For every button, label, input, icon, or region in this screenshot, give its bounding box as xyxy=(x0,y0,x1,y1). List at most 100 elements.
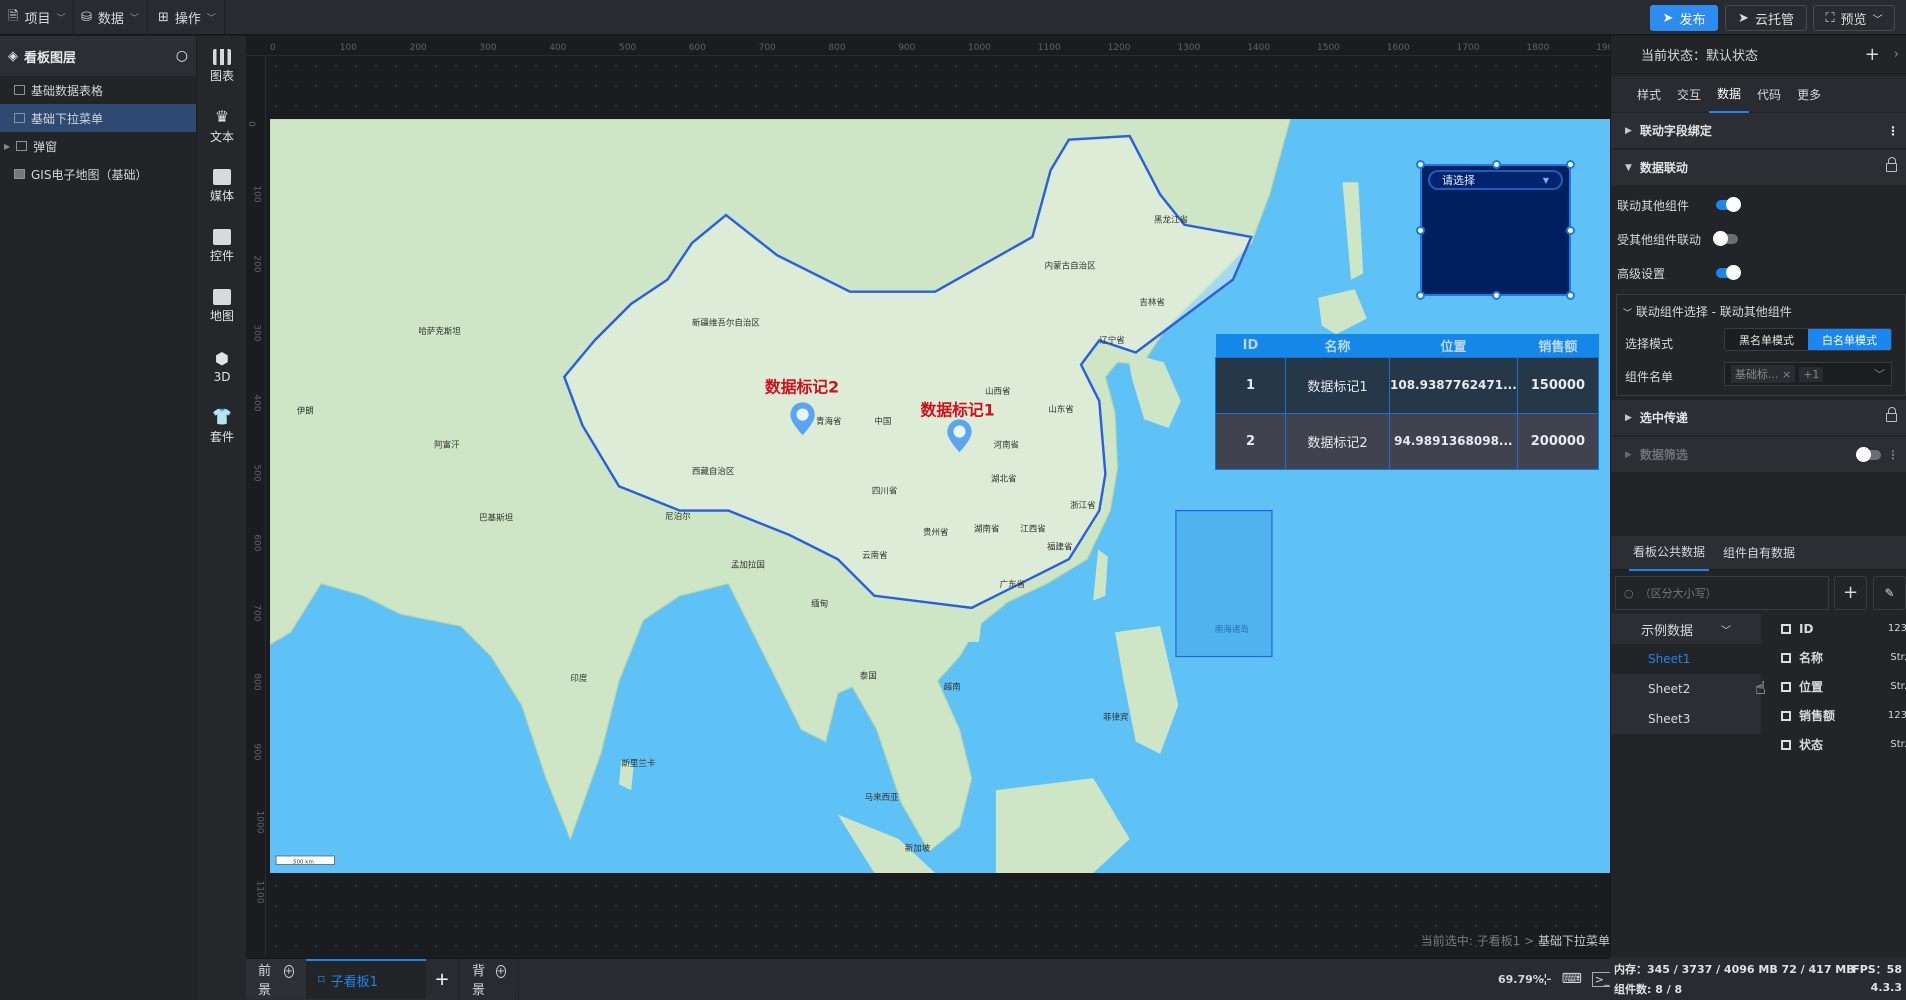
resize-handle[interactable] xyxy=(1492,291,1501,300)
field-name: ID xyxy=(1799,621,1814,636)
tab-more[interactable]: 更多 xyxy=(1789,86,1829,103)
tab-board-public-data[interactable]: 看板公共数据 xyxy=(1629,534,1710,571)
checkbox[interactable] xyxy=(1781,710,1791,721)
checkbox[interactable] xyxy=(1781,652,1791,663)
map-label: 哈萨克斯坦 xyxy=(418,326,461,337)
tool-kit[interactable]: 👕 套件 xyxy=(197,396,247,456)
close-icon[interactable]: × xyxy=(1782,368,1791,381)
gis-map[interactable]: 新疆维吾尔自治区 西藏自治区 青海省 四川省 云南省 贵州省 湖南省 湖北省 河… xyxy=(270,119,1610,873)
add-circle-icon[interactable]: + xyxy=(495,964,506,978)
tool-chart[interactable]: 图表 xyxy=(197,36,247,96)
dropdown-select[interactable]: 请选择 ▼ xyxy=(1428,170,1563,190)
resize-handle[interactable] xyxy=(1416,291,1425,300)
tab-subboard[interactable]: ⌑ 子看板1 xyxy=(306,959,426,999)
field-item[interactable]: ID 123 xyxy=(1781,614,1906,643)
chevron-right-icon[interactable]: › xyxy=(1894,47,1899,62)
component-list-select[interactable]: 基础标... × +1 ﹀ xyxy=(1724,362,1892,386)
link-others-toggle[interactable] xyxy=(1716,197,1741,212)
blacklist-mode-button[interactable]: 黑名单模式 xyxy=(1725,329,1808,350)
map-label: 黑龙江省 xyxy=(1154,214,1188,225)
layers-header: ◈ 看板图层 ○ xyxy=(0,36,196,76)
resize-handle[interactable] xyxy=(1566,291,1575,300)
layer-item[interactable]: 基础数据表格 xyxy=(0,76,196,104)
expand-icon[interactable]: ▶ xyxy=(4,142,10,151)
linked-by-others-toggle[interactable] xyxy=(1713,231,1738,246)
more-vertical-icon[interactable]: ⋮ xyxy=(1887,124,1899,138)
cloud-hosting-button[interactable]: ➤ 云托管 xyxy=(1725,5,1807,31)
field-item[interactable]: 位置 Str. xyxy=(1781,672,1906,701)
keyboard-icon[interactable]: ⌨ xyxy=(1562,971,1582,987)
advanced-settings-toggle[interactable] xyxy=(1716,265,1741,280)
resize-handle[interactable] xyxy=(1492,160,1501,169)
search-icon[interactable]: ○ xyxy=(176,48,188,64)
menu-data[interactable]: ⛁ 数据 ﹀ xyxy=(73,0,148,35)
cell-name: 数据标记1 xyxy=(1285,356,1390,414)
tab-background[interactable]: 背景 + xyxy=(459,959,519,999)
scale-label: 500 km xyxy=(293,859,314,865)
ruler-tick-label: 0 xyxy=(245,121,256,127)
tool-controls[interactable]: 控件 xyxy=(197,216,247,276)
section-data-linkage[interactable]: ▼ 数据联动 xyxy=(1611,150,1906,185)
more-vertical-icon[interactable]: ⋮ xyxy=(1887,448,1899,462)
edit-icon[interactable]: ✎ xyxy=(1873,576,1906,610)
tab-style[interactable]: 样式 xyxy=(1629,86,1669,103)
checkbox[interactable] xyxy=(1781,681,1791,692)
map-label: 内蒙古自治区 xyxy=(1045,261,1096,272)
sheet-item[interactable]: Sheet3 xyxy=(1611,704,1761,734)
table-row[interactable]: 2 数据标记2 94.9891368098... 200000 xyxy=(1215,412,1600,470)
fit-screen-icon[interactable]: ⊹ xyxy=(1539,970,1552,988)
menu-project[interactable]: 🗎 项目 ﹀ xyxy=(0,0,75,35)
lock-icon[interactable] xyxy=(1886,407,1897,422)
checkbox[interactable] xyxy=(1781,623,1791,634)
section-field-binding[interactable]: ▶ 联动字段绑定 ⋮ xyxy=(1611,113,1906,148)
tab-foreground[interactable]: 前景 + xyxy=(246,959,306,999)
sheet-item[interactable]: Sheet2 xyxy=(1611,674,1761,704)
table-row[interactable]: 1 数据标记1 108.9387762471... 150000 xyxy=(1215,356,1600,414)
data-filter-toggle[interactable] xyxy=(1856,446,1881,462)
section-selection-transfer[interactable]: ▶ 选中传递 xyxy=(1611,400,1906,435)
whitelist-mode-button[interactable]: 白名单模式 xyxy=(1808,329,1891,350)
field-item[interactable]: 状态 Str. xyxy=(1781,730,1906,759)
data-search-input[interactable]: ○ （区分大小写） xyxy=(1615,576,1829,610)
layer-item-selected[interactable]: 基础下拉菜单 xyxy=(0,104,196,132)
resize-handle[interactable] xyxy=(1566,160,1575,169)
crown-icon: ♛ xyxy=(214,107,230,126)
resize-handle[interactable] xyxy=(1416,226,1425,235)
selection-prefix: 当前选中: 子看板1 > xyxy=(1420,934,1535,948)
dataset-select[interactable]: 示例数据 ﹀ xyxy=(1611,614,1761,644)
dropdown-widget[interactable]: 请选择 ▼ xyxy=(1416,160,1575,300)
tool-label: 图表 xyxy=(209,68,234,83)
tool-3d[interactable]: ⬢ 3D xyxy=(197,336,247,396)
sheet-item-selected[interactable]: Sheet1 xyxy=(1611,644,1761,674)
add-state-icon[interactable]: + xyxy=(1865,44,1880,65)
tab-code[interactable]: 代码 xyxy=(1749,86,1789,103)
layer-item[interactable]: GIS电子地图（基础） xyxy=(0,160,196,188)
component-list-label: 组件名单 xyxy=(1625,370,1674,384)
tool-text[interactable]: ♛ 文本 xyxy=(197,96,247,156)
tool-map[interactable]: 地图 xyxy=(197,276,247,336)
mode-label: 选择模式 xyxy=(1625,337,1674,351)
layer-item[interactable]: ▶ 弹窗 xyxy=(0,132,196,160)
checkbox[interactable] xyxy=(1781,739,1791,750)
resize-handle[interactable] xyxy=(1566,226,1575,235)
map-label: 西藏自治区 xyxy=(692,466,735,477)
cell-id: 1 xyxy=(1215,356,1286,414)
resize-handle[interactable] xyxy=(1416,160,1425,169)
tab-interaction[interactable]: 交互 xyxy=(1669,86,1709,103)
marker-label: 数据标记2 xyxy=(765,378,839,397)
cube-icon: ⬢ xyxy=(215,348,229,368)
tool-media[interactable]: 媒体 xyxy=(197,156,247,216)
tab-component-data[interactable]: 组件自有数据 xyxy=(1723,544,1795,561)
tab-data[interactable]: 数据 xyxy=(1709,76,1750,113)
preview-button[interactable]: ⛶ 预览 ﹀ xyxy=(1813,5,1895,31)
section-data-filter[interactable]: ▶ 数据筛选 ⋮ xyxy=(1611,437,1906,472)
add-board-button[interactable]: + xyxy=(426,959,458,999)
linkage-subtitle[interactable]: ﹀ 联动组件选择 - 联动其他组件 xyxy=(1623,303,1792,320)
add-data-button[interactable]: + xyxy=(1834,576,1867,610)
add-circle-icon[interactable]: + xyxy=(283,964,294,978)
lock-icon[interactable] xyxy=(1886,157,1897,172)
menu-operations[interactable]: ⊞ 操作 ﹀ xyxy=(150,0,225,35)
field-item[interactable]: 销售额 123 xyxy=(1781,701,1906,730)
publish-button[interactable]: ➤ 发布 xyxy=(1650,5,1718,31)
field-item[interactable]: 名称 Str. xyxy=(1781,643,1906,672)
